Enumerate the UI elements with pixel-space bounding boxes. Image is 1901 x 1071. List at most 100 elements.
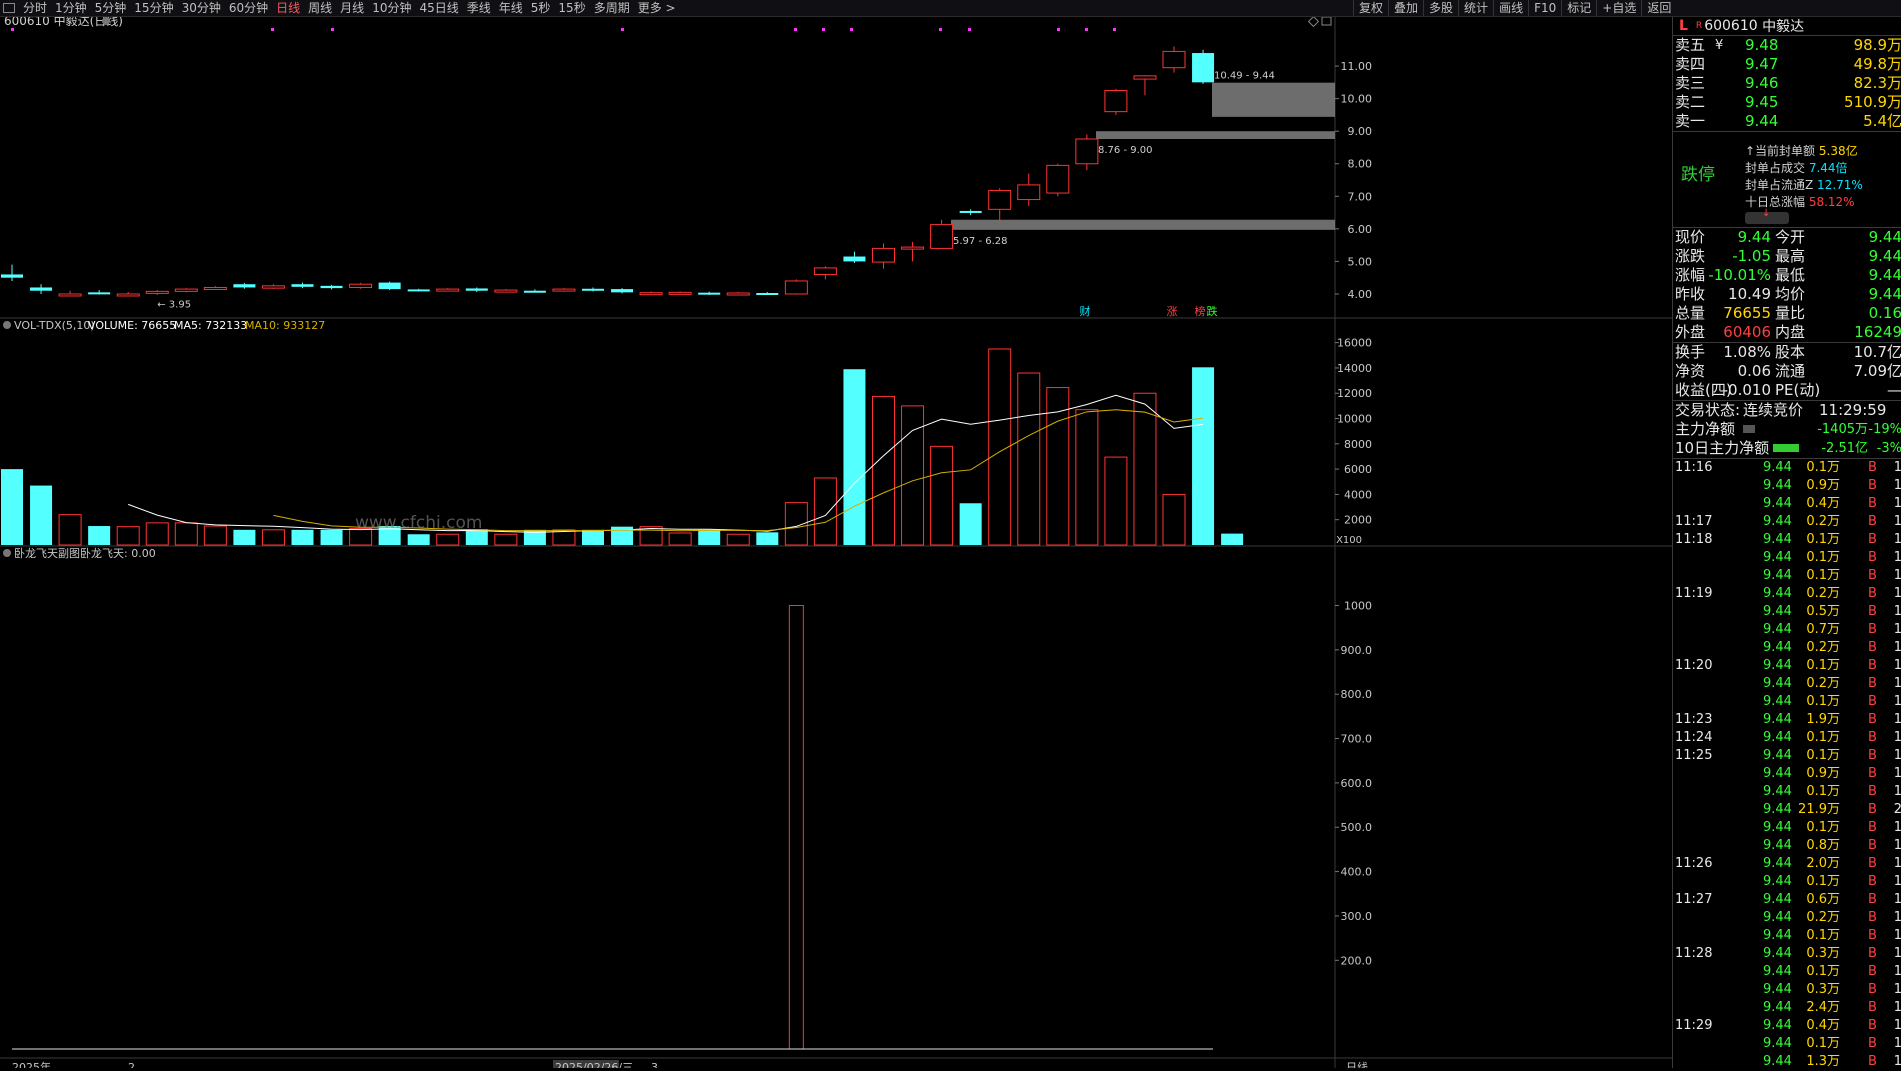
ask-row[interactable]: 卖二 9.45 510.9万 [1673, 93, 1901, 112]
period-tab[interactable]: 5秒 [527, 0, 555, 16]
expand-toggle[interactable]: ↓ [1745, 208, 1789, 224]
period-tab[interactable]: 季线 [463, 0, 495, 16]
tick-volume: 0.1万 [1806, 730, 1840, 745]
candle[interactable] [378, 281, 401, 291]
period-tab[interactable]: 15秒 [554, 0, 589, 16]
period-tab[interactable]: 5分钟 [91, 0, 131, 16]
volume-bar[interactable] [494, 533, 518, 546]
tick-volume: 0.1万 [1806, 928, 1840, 943]
tick-count: 1 [1893, 1036, 1901, 1051]
toolbar-action[interactable]: 标记 [1561, 0, 1596, 16]
volume-bar[interactable] [1133, 392, 1157, 546]
candle[interactable] [1104, 88, 1128, 115]
volume-bar[interactable] [174, 522, 198, 546]
toolbar-action[interactable]: F10 [1528, 0, 1561, 16]
period-tab[interactable]: 1分钟 [51, 0, 91, 16]
candle[interactable] [349, 282, 373, 289]
period-tab[interactable]: 10分钟 [368, 0, 415, 16]
volume-bar[interactable] [261, 529, 285, 546]
volume-bar[interactable] [668, 532, 692, 546]
title-menu-icon[interactable] [102, 17, 110, 25]
candle[interactable] [784, 279, 808, 295]
period-tab[interactable]: 60分钟 [225, 0, 272, 16]
ask-row[interactable]: 卖五 ¥9.48 98.9万 [1673, 36, 1901, 55]
volume-bar[interactable] [756, 532, 779, 545]
volume-bar[interactable] [726, 533, 750, 546]
volume-bar[interactable] [320, 529, 343, 545]
tick-volume: 2.4万 [1806, 1000, 1840, 1015]
ask-volume: 82.3万 [1853, 74, 1901, 92]
period-tab[interactable]: 年线 [495, 0, 527, 16]
period-tab[interactable]: 月线 [336, 0, 368, 16]
volume-bar[interactable] [1075, 409, 1099, 546]
volume-bar[interactable] [901, 405, 925, 546]
tick-list[interactable]: 11:16 9.44 0.1万 B 1 9.44 0.9万 B 1 9.44 0.4万 B 1 11:17… [1673, 459, 1901, 1071]
indicator-menu-icon[interactable] [3, 549, 11, 557]
period-tab[interactable]: 45日线 [415, 0, 462, 16]
volume-bar[interactable] [843, 369, 866, 545]
toolbar-action[interactable]: +自选 [1596, 0, 1641, 16]
toolbar-action[interactable]: 统计 [1458, 0, 1493, 16]
volume-bar[interactable] [88, 526, 111, 545]
volume-bar[interactable] [407, 534, 430, 545]
volume-bar[interactable] [872, 395, 895, 546]
volume-bar[interactable] [58, 514, 82, 546]
volume-bar[interactable] [1221, 533, 1244, 545]
volume-bar[interactable] [145, 522, 169, 546]
toolbar-action[interactable]: 多股 [1423, 0, 1458, 16]
volume-bar[interactable] [1, 469, 23, 545]
top-toolbar: 分时 1分钟 5分钟 15分钟 30分钟 60分钟 日线 周线 月线 10分钟 45日线 季线 年线 5秒… [0, 0, 1901, 17]
period-tab[interactable]: 日线 [272, 0, 304, 16]
ask-row[interactable]: 卖四 9.47 49.8万 [1673, 55, 1901, 74]
period-tab[interactable]: 分时 [19, 0, 51, 16]
tick-count: 2 [1893, 802, 1901, 817]
period-tab[interactable]: 30分钟 [178, 0, 225, 16]
toolbar-action[interactable]: 复权 [1353, 0, 1388, 16]
ask-row[interactable]: 卖三 9.46 82.3万 [1673, 74, 1901, 93]
volume-bar[interactable] [698, 529, 721, 545]
toolbar-action[interactable]: 返回 [1641, 0, 1676, 16]
panel-toggle-icon[interactable] [3, 3, 15, 13]
tick-price: 9.44 [1763, 964, 1792, 979]
volume-menu-icon[interactable] [3, 321, 11, 329]
volume-bar[interactable] [1046, 387, 1070, 546]
toolbar-action[interactable]: 画线 [1493, 0, 1528, 16]
volume-bar[interactable] [203, 525, 227, 546]
volume-bar[interactable] [436, 533, 460, 546]
volume-indicator-name: VOL-TDX(5,10) [14, 319, 95, 332]
volume-bar[interactable] [1104, 456, 1128, 546]
volume-bar[interactable] [116, 526, 140, 546]
candle[interactable] [552, 288, 576, 292]
volume-bar[interactable] [233, 529, 256, 545]
volume-bar[interactable] [1017, 372, 1041, 546]
candle[interactable] [1046, 163, 1070, 197]
ask-row[interactable]: 卖一 9.44 5.4亿 [1673, 112, 1901, 131]
candle[interactable] [930, 219, 954, 250]
candle[interactable] [1192, 49, 1215, 84]
volume-bar[interactable] [291, 529, 314, 545]
volume-bar[interactable] [1192, 367, 1215, 545]
period-tab[interactable]: 更多 > [634, 0, 680, 16]
stat-row: 涨幅 -10.01% 最低 9.44 [1673, 266, 1901, 285]
period-tab[interactable]: 周线 [304, 0, 336, 16]
volume-bar[interactable] [1162, 493, 1186, 546]
tick-row: 9.44 0.5万 B 1 [1673, 603, 1901, 621]
toolbar-action[interactable]: 叠加 [1388, 0, 1423, 16]
volume-bar[interactable] [582, 529, 604, 545]
volume-bar[interactable] [930, 445, 954, 546]
volume-bar[interactable] [30, 485, 53, 545]
volume-bar[interactable] [813, 477, 837, 546]
period-tab[interactable]: 15分钟 [130, 0, 177, 16]
tick-time: 11:20 [1675, 658, 1713, 673]
tick-time: 11:23 [1675, 712, 1713, 727]
flow-row: 10日主力净额 -2.51亿 -3% [1673, 439, 1901, 458]
kline-chart[interactable]: 600610 中毅达(日线)11.0010.009.008.007.006.00… [0, 17, 1672, 1068]
volume-bar[interactable] [959, 503, 982, 545]
tick-row: 9.44 0.1万 B 1 [1673, 963, 1901, 981]
period-tab[interactable]: 多周期 [590, 0, 634, 16]
flow-key: 10日主力净额 [1675, 439, 1770, 457]
indicator-bar[interactable] [788, 604, 804, 1050]
tick-row: 11:28 9.44 0.3万 B 1 [1673, 945, 1901, 963]
candle[interactable] [174, 288, 198, 293]
tick-row: 11:23 9.44 1.9万 B 1 [1673, 711, 1901, 729]
